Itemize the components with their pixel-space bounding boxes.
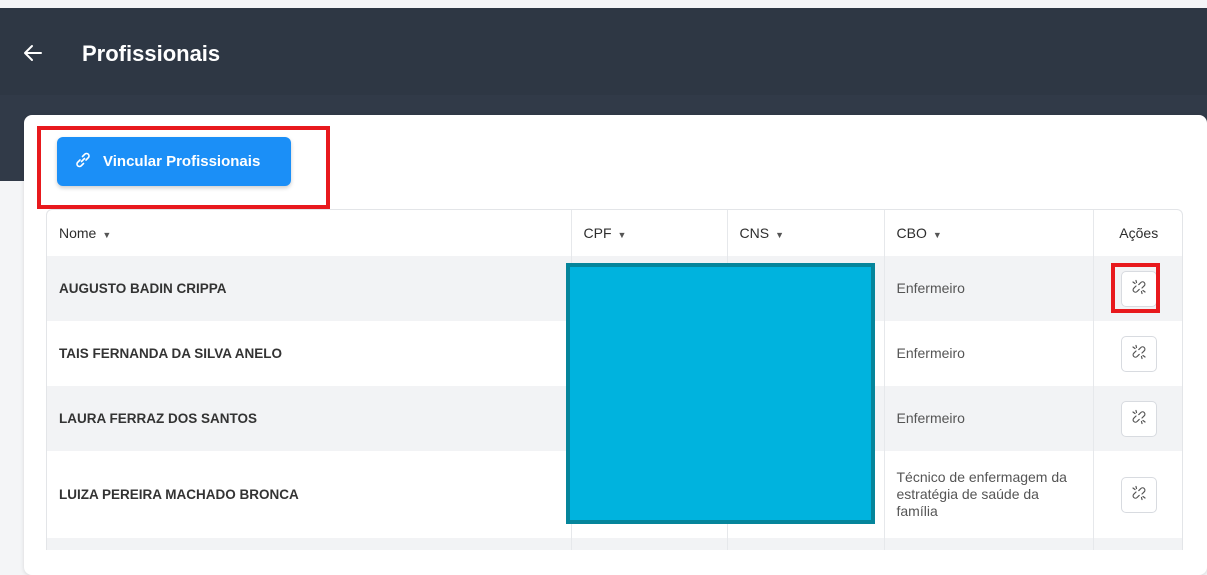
table-header-row: Nome ▼ CPF ▼ CNS ▼ CBO ▼ Ações — [47, 210, 1182, 256]
unlink-button[interactable] — [1120, 335, 1157, 372]
unlink-icon — [1130, 484, 1148, 505]
cell-cbo: Enfermeiro — [883, 256, 1093, 321]
unlink-button[interactable] — [1120, 400, 1157, 437]
cell-actions — [1092, 451, 1182, 538]
sort-caret-icon: ▼ — [102, 230, 112, 240]
unlink-icon — [1130, 343, 1148, 364]
arrow-left-icon[interactable] — [22, 42, 44, 64]
column-header-cbo[interactable]: CBO ▼ — [883, 210, 1093, 256]
table-row — [47, 538, 1182, 550]
cell-actions — [1092, 321, 1182, 386]
redaction-box — [566, 263, 875, 524]
cell-cbo: Enfermeiro — [883, 386, 1093, 451]
app-header: Profissionais — [0, 8, 1207, 95]
cell-actions — [1092, 386, 1182, 451]
sort-caret-icon: ▼ — [617, 230, 627, 240]
cell-nome: AUGUSTO BADIN CRIPPA — [47, 256, 571, 321]
top-margin — [0, 0, 1207, 8]
column-header-acoes: Ações — [1092, 210, 1182, 256]
unlink-icon — [1130, 408, 1148, 429]
page-title: Profissionais — [82, 41, 221, 66]
column-header-cpf[interactable]: CPF ▼ — [570, 210, 727, 256]
column-header-cns[interactable]: CNS ▼ — [726, 210, 884, 256]
highlight-unlink-button — [1111, 263, 1160, 313]
cell-cbo: Técnico de enfermagem da estratégia de s… — [883, 451, 1093, 538]
highlight-link-button — [37, 126, 330, 209]
sort-caret-icon: ▼ — [775, 230, 784, 240]
cell-cbo: Enfermeiro — [883, 321, 1093, 386]
unlink-button[interactable] — [1120, 476, 1157, 513]
column-header-nome[interactable]: Nome ▼ — [47, 210, 571, 256]
cell-nome: LAURA FERRAZ DOS SANTOS — [47, 386, 571, 451]
sort-caret-icon: ▼ — [932, 230, 942, 240]
cell-nome: LUIZA PEREIRA MACHADO BRONCA — [59, 487, 299, 502]
cell-nome: TAIS FERNANDA DA SILVA ANELO — [59, 346, 282, 361]
